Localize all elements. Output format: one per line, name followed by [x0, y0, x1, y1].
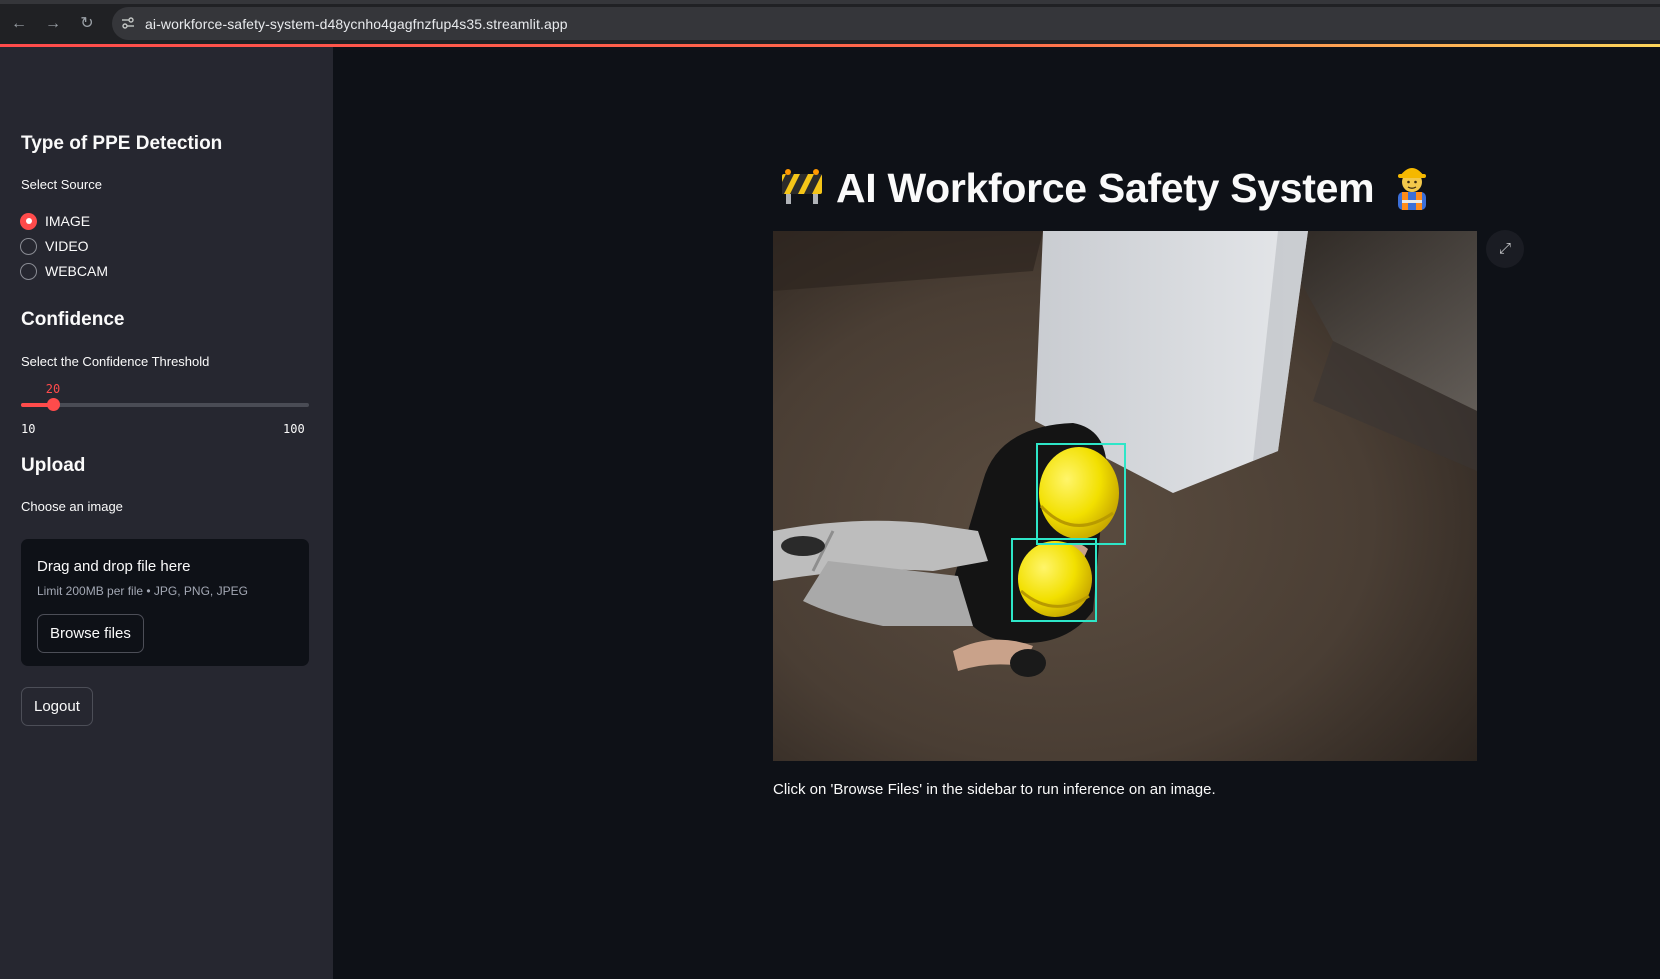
dropzone-title: Drag and drop file here — [37, 558, 191, 575]
page-title-text: AI Workforce Safety System — [836, 164, 1375, 211]
radio-webcam[interactable]: WEBCAM — [20, 262, 108, 280]
file-dropzone[interactable]: Drag and drop file here Limit 200MB per … — [21, 539, 309, 666]
slider-value: 20 — [45, 382, 61, 396]
radio-image-label[interactable]: IMAGE — [45, 213, 90, 229]
logout-button[interactable]: Logout — [21, 687, 93, 726]
construction-worker-icon — [1392, 162, 1432, 215]
detection-heading: Type of PPE Detection — [21, 133, 223, 154]
radio-webcam-indicator[interactable] — [20, 262, 37, 280]
radio-video-label[interactable]: VIDEO — [45, 238, 89, 254]
back-arrow-icon[interactable]: ← — [8, 13, 30, 35]
address-bar[interactable]: ai-workforce-safety-system-d48ycnho4gagf… — [112, 7, 1660, 40]
page-title: AI Workforce Safety System — [780, 160, 1432, 216]
dropzone-limit-text: Limit 200MB per file • JPG, PNG, JPEG — [37, 584, 248, 598]
url-text[interactable]: ai-workforce-safety-system-d48ycnho4gagf… — [145, 16, 568, 32]
upload-heading: Upload — [21, 455, 86, 476]
inference-hint-text: Click on 'Browse Files' in the sidebar t… — [773, 781, 1216, 798]
choose-image-label: Choose an image — [21, 499, 123, 514]
slider-thumb[interactable] — [47, 398, 60, 411]
forward-arrow-icon[interactable]: → — [42, 13, 64, 35]
browser-toolbar: ← → ↻ ai-workforce-safety-system-d48ycnh… — [0, 0, 1660, 44]
radio-video[interactable]: VIDEO — [20, 237, 89, 255]
radio-image-indicator[interactable] — [20, 212, 37, 230]
site-settings-icon[interactable] — [120, 15, 136, 31]
sidebar: Type of PPE Detection Select Source IMAG… — [0, 47, 333, 979]
confidence-heading: Confidence — [21, 309, 125, 330]
radio-image[interactable]: IMAGE — [20, 212, 90, 230]
slider-min-label: 10 — [21, 422, 36, 436]
confidence-slider[interactable]: 20 — [21, 382, 309, 411]
radio-video-indicator[interactable] — [20, 237, 37, 255]
detection-result-image — [773, 231, 1477, 761]
fullscreen-expand-icon[interactable]: ⤢ — [1486, 230, 1524, 268]
construction-barrier-icon — [780, 166, 824, 211]
reload-icon[interactable]: ↻ — [76, 13, 98, 35]
slider-max-label: 100 — [283, 422, 305, 436]
browse-files-button[interactable]: Browse files — [37, 614, 144, 653]
radio-webcam-label[interactable]: WEBCAM — [45, 263, 108, 279]
source-label: Select Source — [21, 177, 102, 192]
threshold-label: Select the Confidence Threshold — [21, 354, 210, 369]
